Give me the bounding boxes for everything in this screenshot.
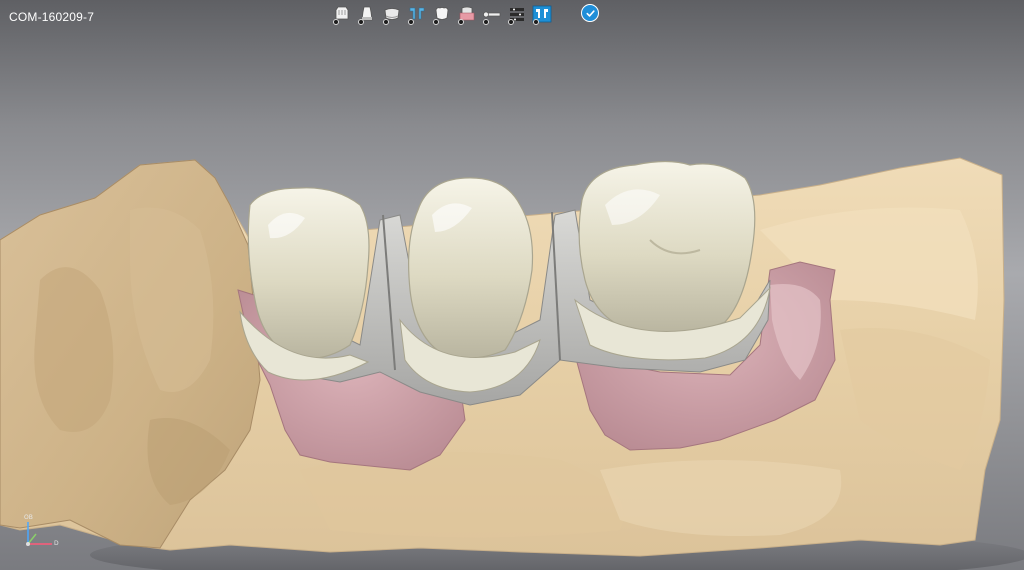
model-texture [600, 460, 842, 536]
axis-top-label: OB [24, 514, 33, 521]
crown-middle[interactable] [399, 177, 541, 393]
crown-right[interactable] [573, 160, 771, 361]
dental-3d-viewport[interactable] [0, 0, 1024, 570]
orientation-axes: OB D [18, 514, 62, 550]
axis-right-label: D [54, 540, 59, 547]
